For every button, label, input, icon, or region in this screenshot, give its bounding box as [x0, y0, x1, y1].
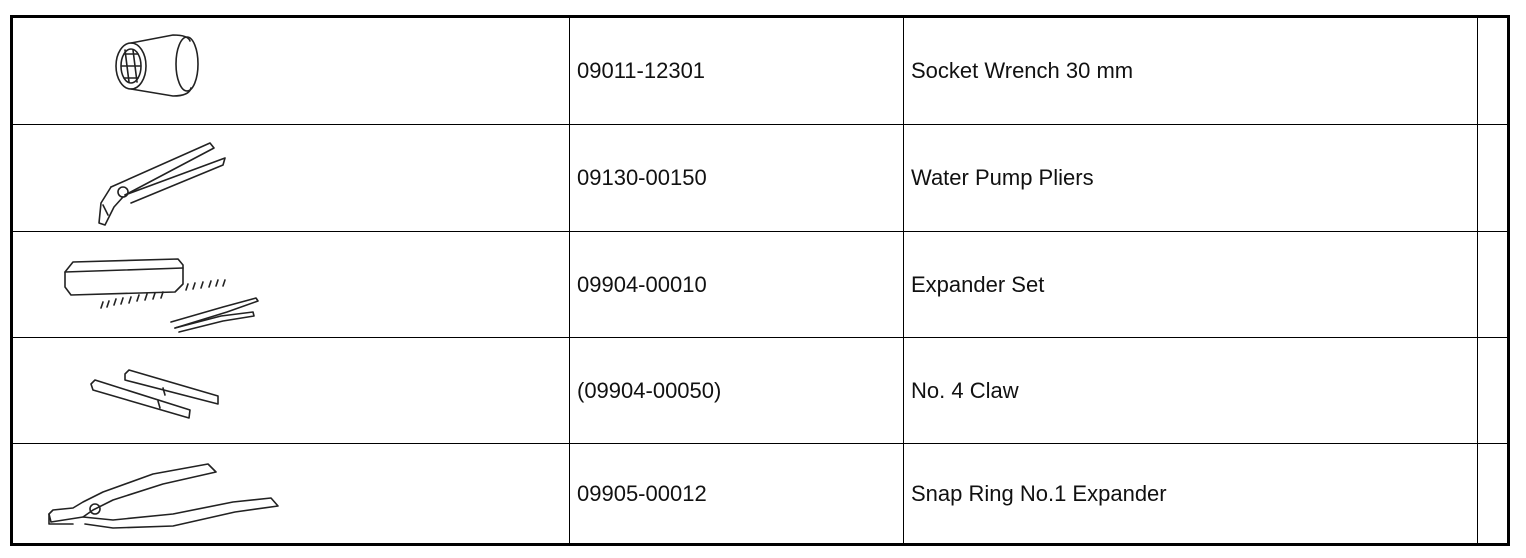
tool-name-cell: Water Pump Pliers	[903, 125, 1477, 231]
expander-set-icon	[64, 258, 259, 333]
part-number-cell: 09011-12301	[569, 18, 903, 124]
tool-image-cell	[13, 125, 569, 231]
tool-image-cell	[13, 232, 569, 337]
tool-name-cell: Snap Ring No.1 Expander	[903, 444, 1477, 543]
part-number: 09011-12301	[577, 58, 706, 83]
part-number: 09905-00012	[577, 480, 707, 506]
extra-cell	[1477, 444, 1507, 543]
tool-name-cell: No. 4 Claw	[903, 338, 1477, 443]
part-number-cell: 09905-00012	[569, 444, 903, 543]
extra-cell	[1477, 232, 1507, 337]
water-pump-pliers-icon	[98, 142, 226, 226]
tool-name: Snap Ring No.1 Expander	[911, 480, 1167, 506]
table-row: 09130-00150 Water Pump Pliers	[13, 124, 1507, 231]
table-row: 09905-00012 Snap Ring No.1 Expander	[13, 443, 1507, 543]
tool-name: Water Pump Pliers	[911, 165, 1094, 190]
tool-name-cell: Socket Wrench 30 mm	[903, 18, 1477, 124]
tool-name: No. 4 Claw	[911, 377, 1019, 403]
tool-image-cell	[13, 444, 569, 543]
tool-name-cell: Expander Set	[903, 232, 1477, 337]
tool-name: Expander Set	[911, 271, 1045, 297]
part-number-cell: 09904-00010	[569, 232, 903, 337]
extra-cell	[1477, 338, 1507, 443]
tool-name: Socket Wrench 30 mm	[911, 58, 1134, 83]
socket-wrench-icon	[115, 34, 199, 97]
table-row: 09011-12301 Socket Wrench 30 mm	[13, 18, 1507, 124]
part-number-cell: 09130-00150	[569, 125, 903, 231]
part-number: 09904-00010	[577, 271, 707, 297]
tool-image-cell	[13, 18, 569, 124]
table-row: (09904-00050) No. 4 Claw	[13, 337, 1507, 443]
part-number: (09904-00050)	[577, 377, 722, 403]
tool-table: 09011-12301 Socket Wrench 30 mm 09130-00…	[10, 15, 1510, 546]
snap-ring-expander-icon	[48, 463, 279, 529]
extra-cell	[1477, 18, 1507, 124]
part-number-cell: (09904-00050)	[569, 338, 903, 443]
table-row: 09904-00010 Expander Set	[13, 231, 1507, 337]
tool-image-cell	[13, 338, 569, 443]
claw-icon	[90, 369, 219, 419]
part-number: 09130-00150	[577, 165, 707, 190]
extra-cell	[1477, 125, 1507, 231]
